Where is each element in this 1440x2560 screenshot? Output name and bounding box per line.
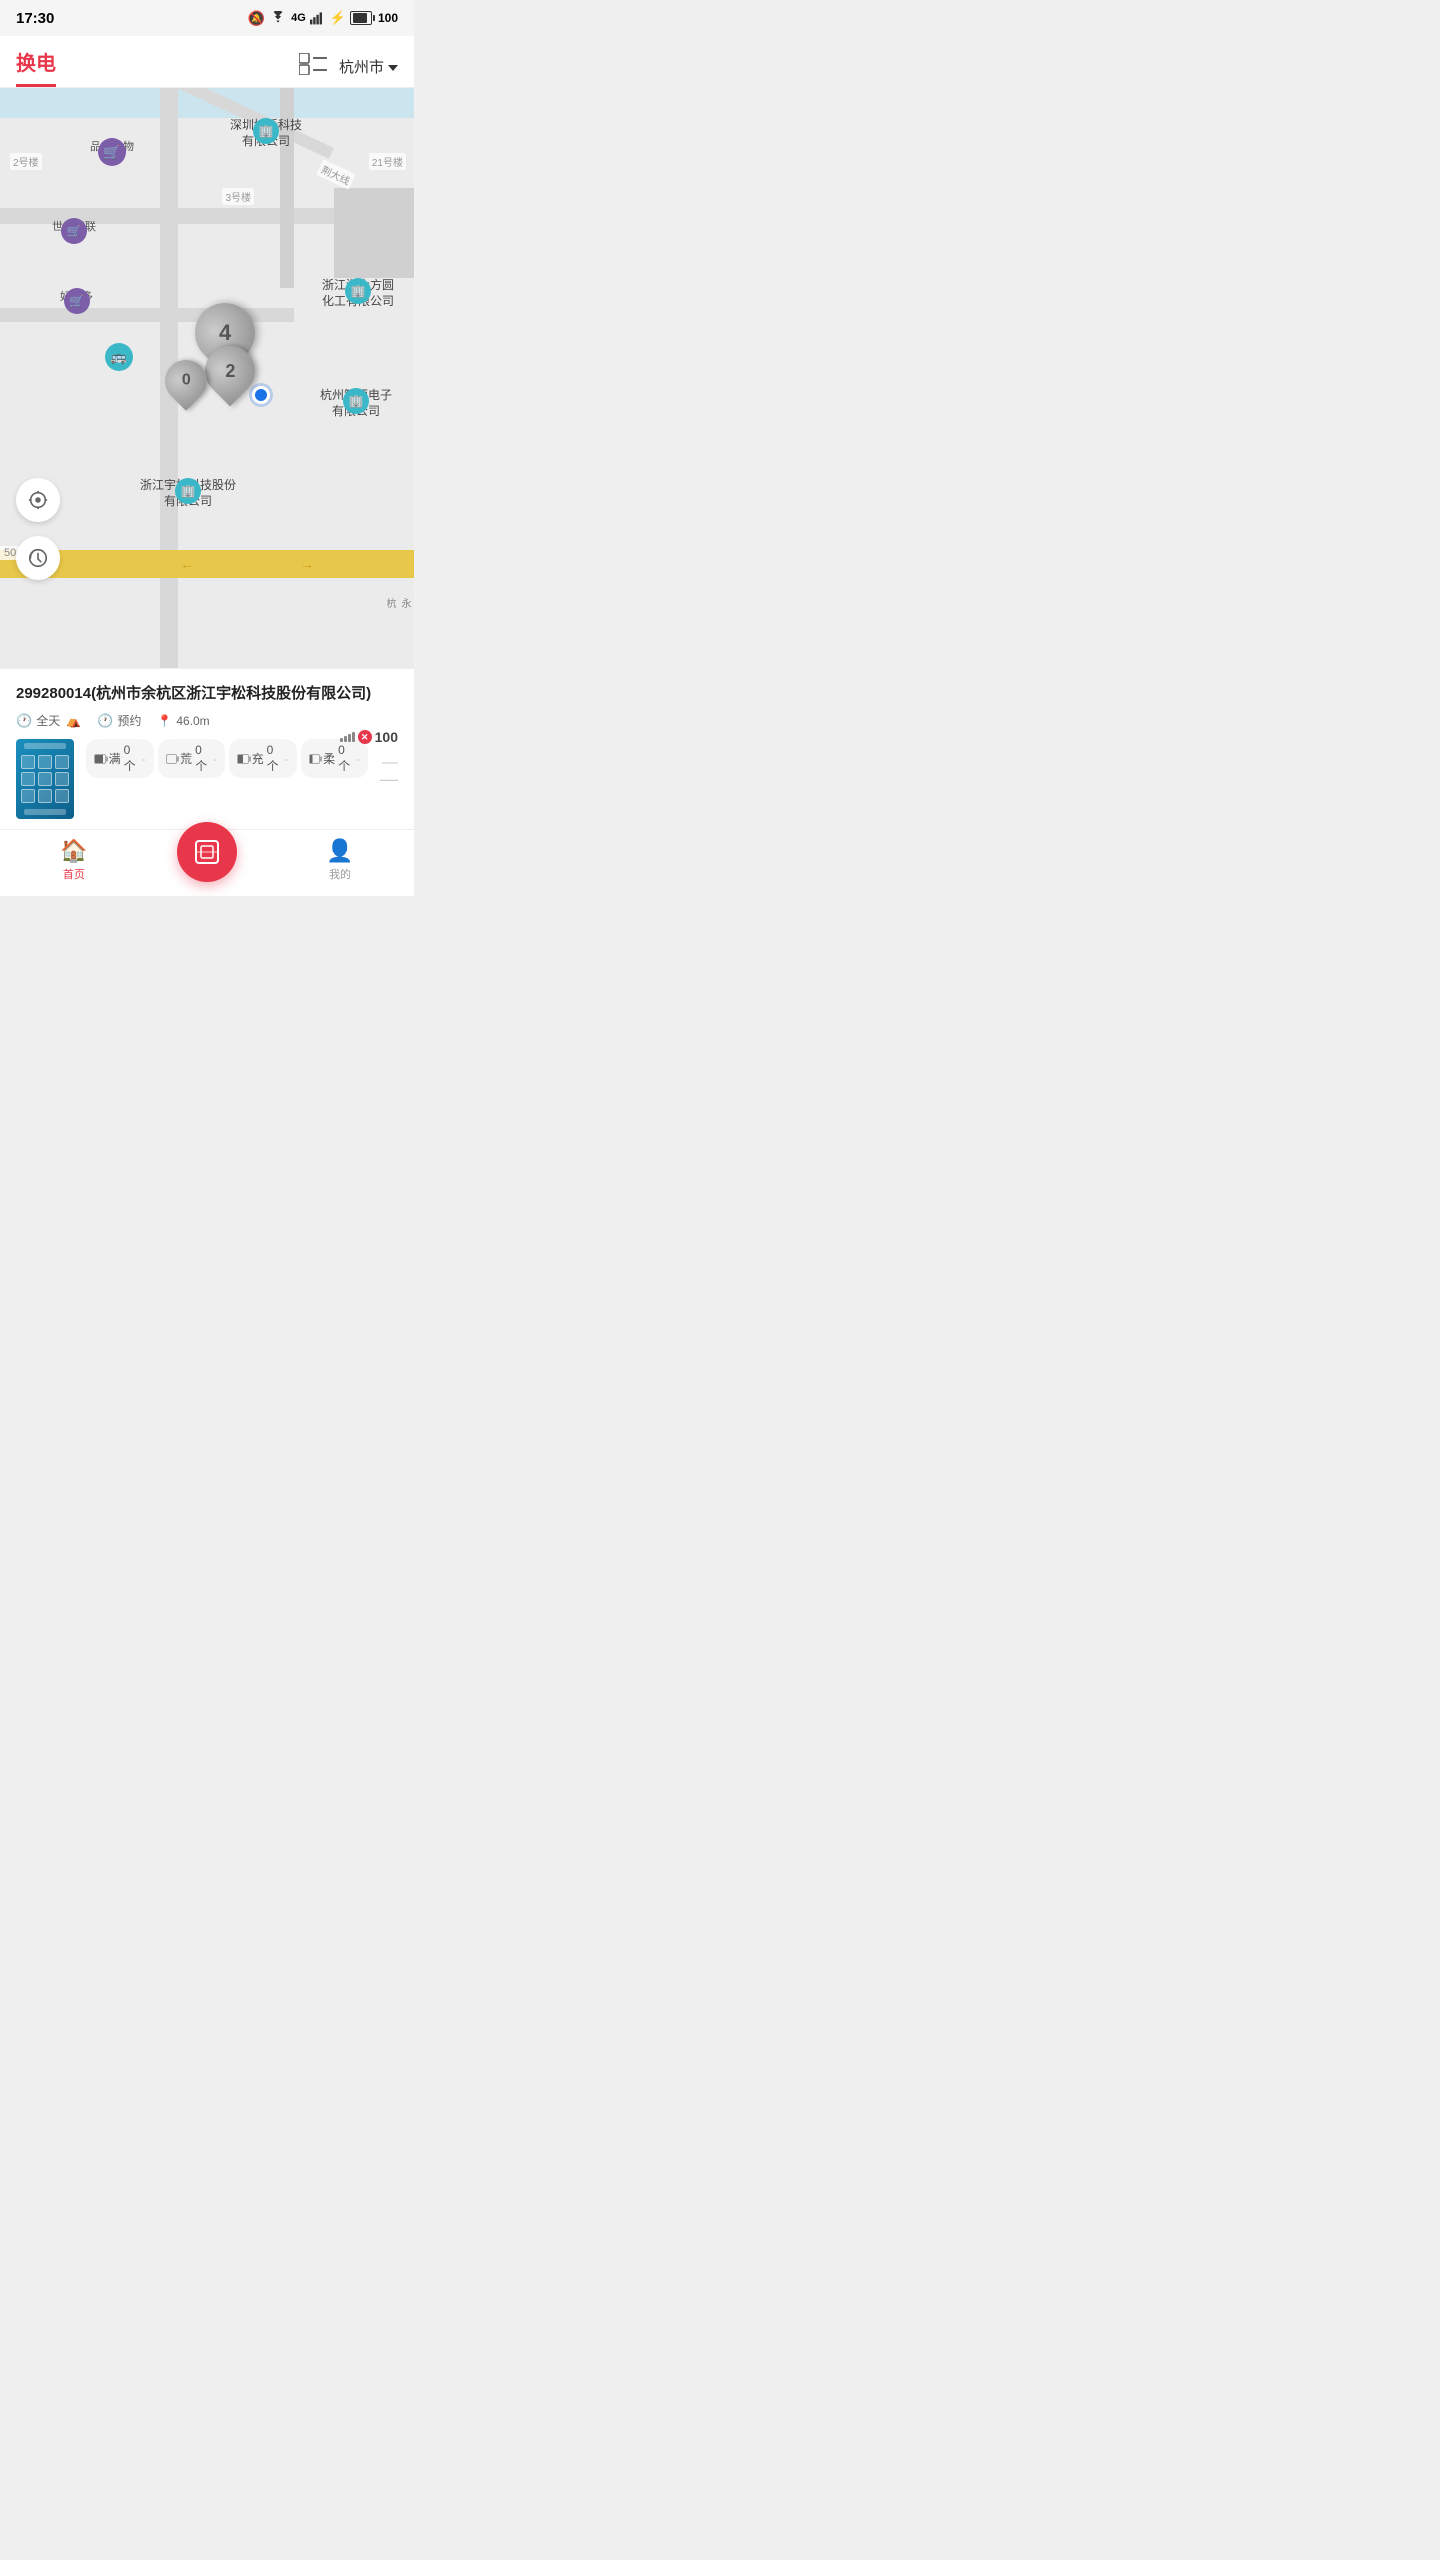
signal-bars-icon [340,732,355,742]
home-icon: 🏠 [60,838,87,864]
city-selector[interactable]: 杭州市 [339,56,398,77]
poi-zhejiang-da[interactable]: 🏢 浙江浙大方圆化工有限公司 [322,278,394,309]
building-icon-yusong: 🏢 [175,478,201,504]
clock-icon-2: 🕐 [97,713,113,729]
road-arrow-right: → [300,556,314,572]
stat-level-2: 荒 [180,750,192,767]
nav-profile-label: 我的 [329,866,351,882]
header-title[interactable]: 换电 [16,47,56,87]
charging-icon: ⚡ [330,10,346,26]
tag-allday-text: 全天 [36,712,60,729]
poi-bus-stop[interactable]: 🚌 [105,343,133,371]
building-label-2: 2号楼 [10,153,42,170]
stat-level-1: 满 [109,750,121,767]
chevron-down-icon [388,65,398,71]
tag-reservation: 🕐 预约 [97,712,141,729]
stat-count-1: 0个 [124,743,139,774]
signal-icon [310,11,326,25]
building-label-3: 3号楼 [222,188,254,205]
battery-icon [350,11,372,25]
nav-item-profile[interactable]: 👤 我的 [266,838,414,882]
signal-status-area: ✕ 100 [340,729,398,745]
battery-stat-2: 荒 0个 - [158,739,226,778]
station-image [16,739,74,819]
wifi-icon [269,11,287,25]
building-label-21: 21号楼 [369,153,406,170]
stat-count-3: 0个 [267,743,282,774]
main-road-yellow [0,550,414,578]
status-bar: 17:30 🔕 4G ⚡ 100 [0,0,414,36]
current-location-dot [252,386,270,404]
map-container[interactable]: ← → 永杭 🛒 品全购物 🛒 世纪华联 🛒 好又多 🚌 🏢 深圳城铄科技有限公… [0,88,414,668]
battery-soft-icon [309,754,321,764]
battery-stats-grid: 满 0个 - 荒 0个 - 充 0个 - 柔 0个 - [86,739,368,778]
pin-circle-0: 0 [156,351,215,410]
panel-dash-right: — [382,754,398,772]
battery-stat-3: 充 0个 - [229,739,297,778]
building-icon-zhiyuan: 🏢 [343,388,369,414]
tag-allday: 🕐 全天 ⛺ [16,712,81,729]
road-arrow-left: ← [180,556,194,572]
header-right: 杭州市 [299,53,398,80]
battery-empty-icon [166,754,178,764]
grid-list-icon[interactable] [299,53,327,80]
poi-yusong[interactable]: 🏢 浙江宇松科技股份有限公司 [140,478,236,509]
city-name: 杭州市 [339,56,384,77]
nav-item-center [148,838,266,882]
header: 换电 杭州市 [0,36,414,88]
shopping-icon-shiji: 🛒 [61,218,87,244]
nav-item-home[interactable]: 🏠 首页 [0,838,148,882]
stat-level-3: 充 [252,750,264,767]
map-pin-2[interactable]: 2 [205,346,255,396]
tag-reservation-text: 预约 [117,712,141,729]
poi-haoyouduo[interactable]: 🛒 好又多 [60,288,93,304]
mute-icon: 🔕 [248,10,265,27]
stat-count-4: 0个 [338,743,353,774]
building-icon-zheda: 🏢 [345,278,371,304]
battery-level: 100 [378,11,398,25]
clock-icon-1: 🕐 [16,713,32,729]
shopping-icon-pinquan: 🛒 [98,138,126,166]
poi-hangzhou-zhiyuan[interactable]: 🏢 杭州智源电子有限公司 [320,388,392,419]
battery-stat-1: 满 0个 - [86,739,154,778]
navigation-icon: 📍 [157,714,172,728]
tent-icon: ⛺ [66,714,81,728]
map-pin-0[interactable]: 0 [165,360,207,402]
info-panel: ✕ 100 — 299280014(杭州市余杭区浙江宇松科技股份有限公司) 🕐 … [0,668,414,829]
scan-button[interactable] [177,822,237,882]
status-time: 17:30 [16,10,54,27]
signal-value: 100 [375,729,398,745]
info-details-row: 满 0个 - 荒 0个 - 充 0个 - 柔 0个 - [16,739,398,819]
network-type: 4G [291,12,306,24]
scan-icon [192,837,222,867]
locate-button[interactable] [16,478,60,522]
battery-charging-icon [237,754,249,764]
gray-block [334,188,414,278]
profile-icon: 👤 [326,838,353,864]
history-button[interactable] [16,536,60,580]
poi-pinquan[interactable]: 🛒 品全购物 [90,138,134,154]
bottom-nav: 🏠 首页 👤 我的 [0,829,414,896]
status-icons: 🔕 4G ⚡ 100 [248,10,398,27]
stat-count-2: 0个 [195,743,210,774]
tag-distance: 📍 46.0m [157,714,209,728]
building-icon-shenzhen: 🏢 [253,118,279,144]
nav-home-label: 首页 [63,866,85,882]
tag-distance-text: 46.0m [176,714,209,728]
road-label-yong: 永杭 [382,598,412,608]
poi-shijihualian[interactable]: 🛒 世纪华联 [52,218,96,234]
poi-shenzhen[interactable]: 🏢 深圳城铄科技有限公司 [230,118,302,149]
shopping-icon-haoyouduo: 🛒 [64,288,90,314]
info-panel-title: 299280014(杭州市余杭区浙江宇松科技股份有限公司) [16,683,398,704]
signal-error-icon: ✕ [358,730,372,744]
battery-full-icon [94,754,106,764]
info-tags-row: 🕐 全天 ⛺ 🕐 预约 📍 46.0m [16,712,398,729]
stat-level-4: 柔 [323,750,335,767]
